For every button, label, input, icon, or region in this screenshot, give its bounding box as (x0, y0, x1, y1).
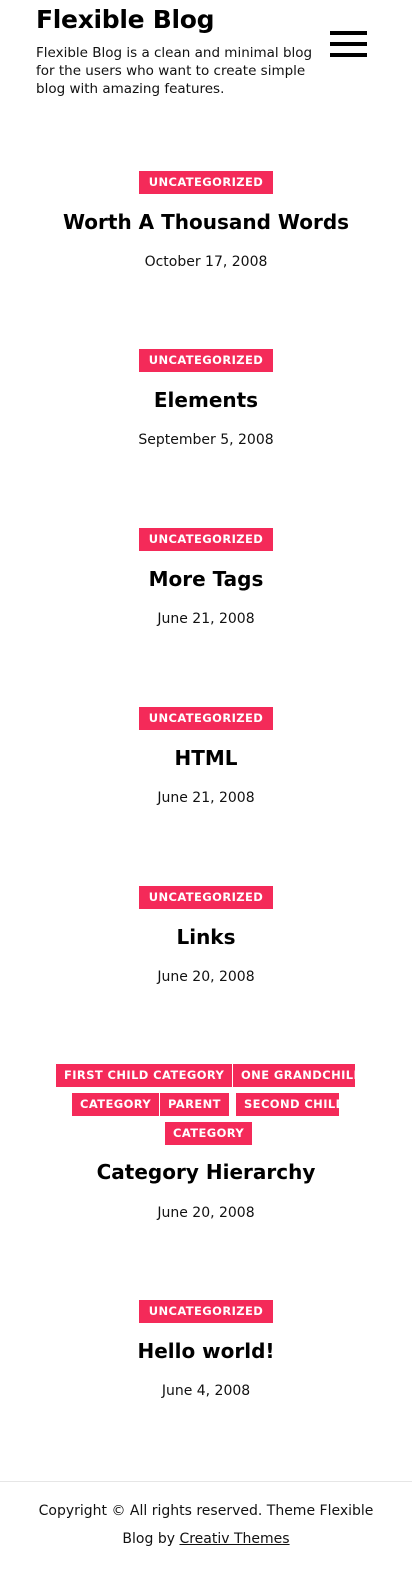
post-date[interactable]: October 17, 2008 (0, 253, 412, 271)
post-categories: UNCATEGORIZED (0, 349, 412, 372)
post-title[interactable]: Category Hierarchy (0, 1160, 412, 1184)
post-categories: UNCATEGORIZED (0, 707, 412, 730)
category-tag[interactable]: UNCATEGORIZED (138, 171, 274, 194)
theme-author-link[interactable]: Creativ Themes (179, 1531, 289, 1547)
post-title[interactable]: Links (0, 925, 412, 949)
category-tag[interactable]: ONE GRANDCHILD (233, 1064, 355, 1087)
category-tag[interactable]: UNCATEGORIZED (138, 1300, 274, 1323)
site-description: Flexible Blog is a clean and minimal blo… (36, 45, 313, 97)
post-item: UNCATEGORIZED Elements September 5, 2008 (0, 349, 412, 449)
site-footer: Copyright © All rights reserved. Theme F… (30, 1497, 382, 1553)
post-title[interactable]: Elements (0, 388, 412, 412)
post-title[interactable]: Worth A Thousand Words (0, 210, 412, 234)
post-date[interactable]: September 5, 2008 (0, 431, 412, 449)
post-title[interactable]: More Tags (0, 567, 412, 591)
post-categories: UNCATEGORIZED (0, 528, 412, 551)
footer-divider (0, 1481, 412, 1482)
post-item: UNCATEGORIZED HTML June 21, 2008 (0, 707, 412, 807)
post-title[interactable]: HTML (0, 746, 412, 770)
post-date[interactable]: June 20, 2008 (0, 1204, 412, 1222)
category-tag[interactable]: SECOND CHILD (236, 1093, 339, 1116)
category-tag[interactable]: PARENT (160, 1093, 229, 1116)
post-item: UNCATEGORIZED Links June 20, 2008 (0, 886, 412, 986)
post-title[interactable]: Hello world! (0, 1339, 412, 1363)
post-item: UNCATEGORIZED More Tags June 21, 2008 (0, 528, 412, 628)
category-tag[interactable]: UNCATEGORIZED (138, 349, 274, 372)
post-item: UNCATEGORIZED Hello world! June 4, 2008 (0, 1300, 412, 1400)
post-categories: UNCATEGORIZED (0, 1300, 412, 1323)
category-tag[interactable]: UNCATEGORIZED (138, 707, 274, 730)
post-item: UNCATEGORIZED Worth A Thousand Words Oct… (0, 171, 412, 271)
category-tag[interactable]: FIRST CHILD CATEGORY (56, 1064, 233, 1087)
post-date[interactable]: June 21, 2008 (0, 789, 412, 807)
category-tag[interactable]: CATEGORY (72, 1093, 160, 1116)
category-tag[interactable]: CATEGORY (165, 1122, 253, 1145)
category-tag[interactable]: UNCATEGORIZED (138, 528, 274, 551)
site-header: Flexible Blog Flexible Blog is a clean a… (0, 0, 412, 110)
post-item: Category Hierarchy June 20, 2008 (0, 1160, 412, 1222)
category-tag[interactable]: UNCATEGORIZED (138, 886, 274, 909)
site-title[interactable]: Flexible Blog (36, 5, 215, 34)
post-date[interactable]: June 20, 2008 (0, 968, 412, 986)
post-date[interactable]: June 4, 2008 (0, 1382, 412, 1400)
post-date[interactable]: June 21, 2008 (0, 610, 412, 628)
post-categories: UNCATEGORIZED (0, 886, 412, 909)
post-categories: UNCATEGORIZED (0, 171, 412, 194)
hamburger-menu-icon[interactable] (330, 31, 367, 58)
